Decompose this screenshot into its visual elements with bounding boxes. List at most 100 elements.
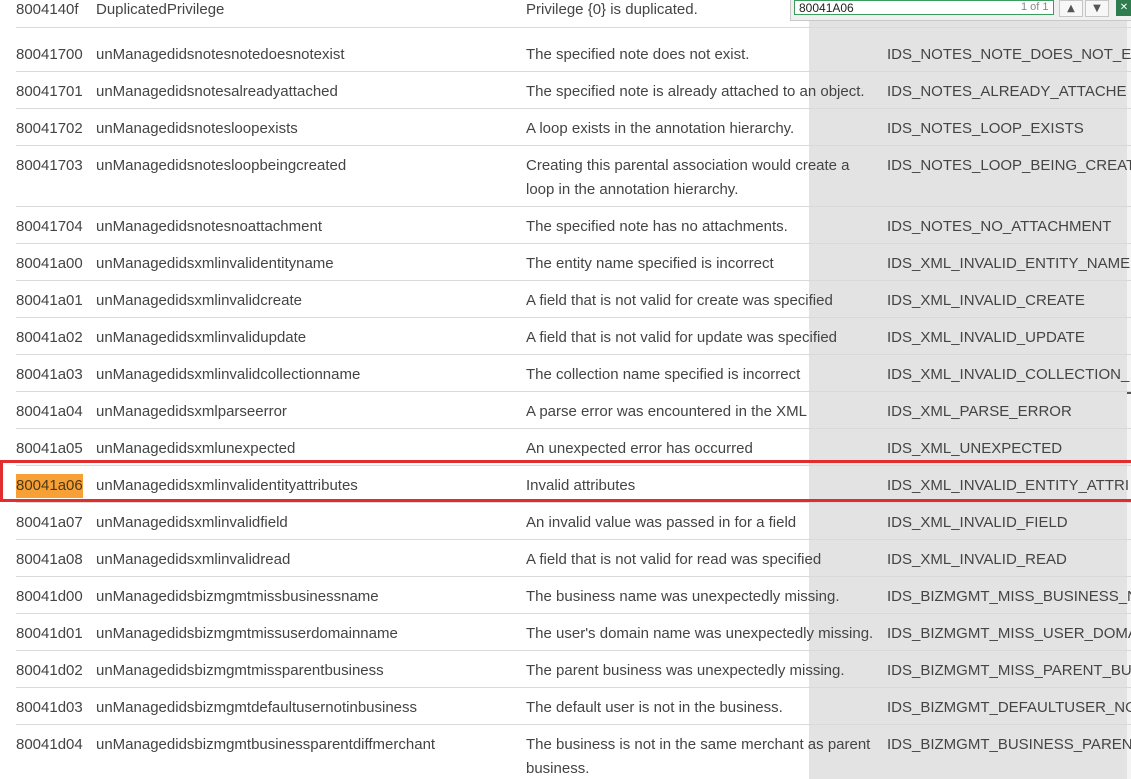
error-code-cell: 80041701	[16, 83, 83, 100]
error-description-cell: The user's domain name was unexpectedly …	[526, 625, 874, 642]
error-name-cell: unManagedidsnotesalreadyattached	[96, 83, 338, 100]
table-row: 80041703 unManagedidsnotesloopbeingcreate…	[16, 146, 1131, 207]
find-input[interactable]	[794, 0, 1054, 15]
table-row: 80041701 unManagedidsnotesalreadyattached…	[16, 72, 1131, 109]
error-id-cell: IDS_NOTES_ALREADY_ATTACHE	[887, 83, 1127, 100]
error-name-cell: unManagedidsxmlinvalidentityname	[96, 255, 334, 272]
error-description-cell: A parse error was encountered in the XML	[526, 403, 807, 420]
find-previous-button[interactable]: ▲	[1059, 0, 1083, 17]
error-code-cell: 80041704	[16, 218, 83, 235]
error-description-cell: The business name was unexpectedly missi…	[526, 588, 840, 605]
error-description-cell: The business is not in the same merchant…	[526, 736, 871, 777]
error-description-cell: An unexpected error has occurred	[526, 440, 753, 457]
error-id-cell: IDS_XML_INVALID_UPDATE	[887, 329, 1085, 346]
error-code-cell: 80041d01	[16, 625, 83, 642]
error-id-cell: IDS_NOTES_NO_ATTACHMENT	[887, 218, 1112, 235]
error-name-cell: unManagedidsxmlinvalidfield	[96, 514, 288, 531]
error-description-cell: The entity name specified is incorrect	[526, 255, 774, 272]
error-description-cell: The specified note does not exist.	[526, 46, 750, 63]
error-code-cell: 80041d03	[16, 699, 83, 716]
error-code-cell: 80041a00	[16, 255, 83, 272]
error-code-cell: 80041a01	[16, 292, 83, 309]
error-id-cell: IDS_BIZMGMT_MISS_PARENT_BU	[887, 662, 1131, 679]
error-id-cell: IDS_NOTES_NOTE_DOES_NOT_E	[887, 46, 1131, 63]
error-id-cell: IDS_BIZMGMT_BUSINESS_PAREN	[887, 736, 1131, 753]
find-close-button[interactable]: ✕	[1116, 0, 1131, 16]
error-name-cell: unManagedidsxmlunexpected	[96, 440, 296, 457]
error-name-cell: unManagedidsbizmgmtdefaultusernotinbusin…	[96, 699, 418, 716]
error-code-cell: 80041a07	[16, 514, 83, 531]
error-name-cell: unManagedidsnotesloopexists	[96, 120, 298, 137]
table-row: 80041d04 unManagedidsbizmgmtbusinessparen…	[16, 725, 1131, 779]
error-name-cell: unManagedidsxmlinvalidcollectionname	[96, 366, 361, 383]
error-id-cell: IDS_XML_INVALID_ENTITY_NAME	[887, 255, 1131, 272]
error-id-cell: IDS_XML_INVALID_ENTITY_ATTRI	[887, 477, 1130, 494]
error-name-cell: unManagedidsnotesloopbeingcreated	[96, 157, 347, 174]
error-description-cell: The specified note has no attachments.	[526, 218, 788, 235]
error-id-cell: IDS_BIZMGMT_DEFAULTUSER_NO	[887, 699, 1131, 716]
error-name-cell: DuplicatedPrivilege	[96, 1, 225, 18]
error-code-cell: 80041703	[16, 157, 83, 174]
error-description-cell: A loop exists in the annotation hierarch…	[526, 120, 795, 137]
error-id-cell: IDS_NOTES_LOOP_BEING_CREAT	[887, 157, 1131, 174]
error-description-cell: Invalid attributes	[526, 477, 636, 494]
error-id-cell: IDS_NOTES_LOOP_EXISTS	[887, 120, 1084, 137]
error-name-cell: unManagedidsxmlinvalidcreate	[96, 292, 302, 309]
table-row: 80041704 unManagedidsnotesnoattachment The…	[16, 207, 1131, 244]
error-code-cell: 80041d04	[16, 736, 83, 753]
error-name-cell: unManagedidsbizmgmtmissbusinessname	[96, 588, 379, 605]
error-name-cell: unManagedidsbizmgmtbusinessparentdiffmer…	[96, 736, 436, 753]
table-row: 80041a03 unManagedidsxmlinvalidcollection…	[16, 355, 1131, 392]
error-name-cell: unManagedidsnotesnoattachment	[96, 218, 322, 235]
table-row: 80041a08 unManagedidsxmlinvalidread A fiel…	[16, 540, 1131, 577]
error-code-cell: 80041d00	[16, 588, 83, 605]
error-description-cell: The collection name specified is incorre…	[526, 366, 801, 383]
error-name-cell: unManagedidsxmlinvalidupdate	[96, 329, 307, 346]
table-row: 80041a02 unManagedidsxmlinvalidupdate A fi…	[16, 318, 1131, 355]
table-row: 80041d02 unManagedidsbizmgmtmissparentbus…	[16, 651, 1131, 688]
error-name-cell: unManagedidsbizmgmtmissuserdomainname	[96, 625, 398, 642]
error-description-cell: The parent business was unexpectedly mis…	[526, 662, 845, 679]
error-code-cell: 80041700	[16, 46, 83, 63]
error-name-cell: unManagedidsxmlinvalidentityattributes	[96, 477, 358, 494]
error-id-cell: IDS_BIZMGMT_MISS_BUSINESS_N	[887, 588, 1131, 605]
error-name-cell: unManagedidsnotesnotedoesnotexist	[96, 46, 345, 63]
table-row: 80041700 unManagedidsnotesnotedoesnotexis…	[16, 35, 1131, 72]
error-code-cell: 80041a02	[16, 329, 83, 346]
table-row: 80041702 unManagedidsnotesloopexists A loo…	[16, 109, 1131, 146]
table-row: 80041d01 unManagedidsbizmgmtmissuserdomai…	[16, 614, 1131, 651]
error-id-cell: IDS_XML_INVALID_CREATE	[887, 292, 1085, 309]
table-row: 80041a00 unManagedidsxmlinvalidentityname…	[16, 244, 1131, 281]
error-id-cell: IDS_BIZMGMT_MISS_USER_DOMA	[887, 625, 1131, 642]
error-id-cell: IDS_XML_INVALID_READ	[887, 551, 1067, 568]
error-description-cell: The specified note is already attached t…	[526, 83, 865, 100]
error-code-cell: 80041a08	[16, 551, 83, 568]
table-row: 80041a06 unManagedidsxmlinvalidentityattr…	[16, 466, 1131, 503]
table-row: 80041a01 unManagedidsxmlinvalidcreate A fi…	[16, 281, 1131, 318]
error-description-cell: A field that is not valid for read was s…	[526, 551, 822, 568]
error-code-cell: 80041a03	[16, 366, 83, 383]
error-id-cell: IDS_XML_PARSE_ERROR	[887, 403, 1072, 420]
error-code-cell: 80041d02	[16, 662, 83, 679]
page: 8004140f DuplicatedPrivilege Privilege {0}…	[0, 0, 1131, 779]
table-row: 80041a07 unManagedidsxmlinvalidfield An in…	[16, 503, 1131, 540]
error-id-cell: IDS_XML_INVALID_FIELD	[887, 514, 1068, 531]
table-row: 80041d00 unManagedidsbizmgmtmissbusinessn…	[16, 577, 1131, 614]
chevron-down-icon: ▼	[1093, 3, 1101, 14]
table-row: 80041d03 unManagedidsbizmgmtdefaultuserno…	[16, 688, 1131, 725]
error-name-cell: unManagedidsxmlinvalidread	[96, 551, 291, 568]
error-description-cell: A field that is not valid for update was…	[526, 329, 838, 346]
chevron-up-icon: ▲	[1067, 3, 1075, 14]
error-description-cell: Creating this parental association would…	[526, 157, 850, 198]
close-icon: ✕	[1119, 2, 1129, 13]
error-id-cell: IDS_XML_INVALID_COLLECTION_	[887, 366, 1130, 383]
table-row: 80041a05 unManagedidsxmlunexpected An unex…	[16, 429, 1131, 466]
error-code-cell: 80041702	[16, 120, 83, 137]
error-code-cell: 8004140f	[16, 1, 79, 18]
error-description-cell: An invalid value was passed in for a fie…	[526, 514, 797, 531]
error-code-cell: 80041a04	[16, 403, 83, 420]
error-description-cell: A field that is not valid for create was…	[526, 292, 833, 309]
find-match-count: 1 of 1	[1021, 1, 1049, 13]
find-next-button[interactable]: ▼	[1085, 0, 1109, 17]
error-description-cell: The default user is not in the business.	[526, 699, 783, 716]
